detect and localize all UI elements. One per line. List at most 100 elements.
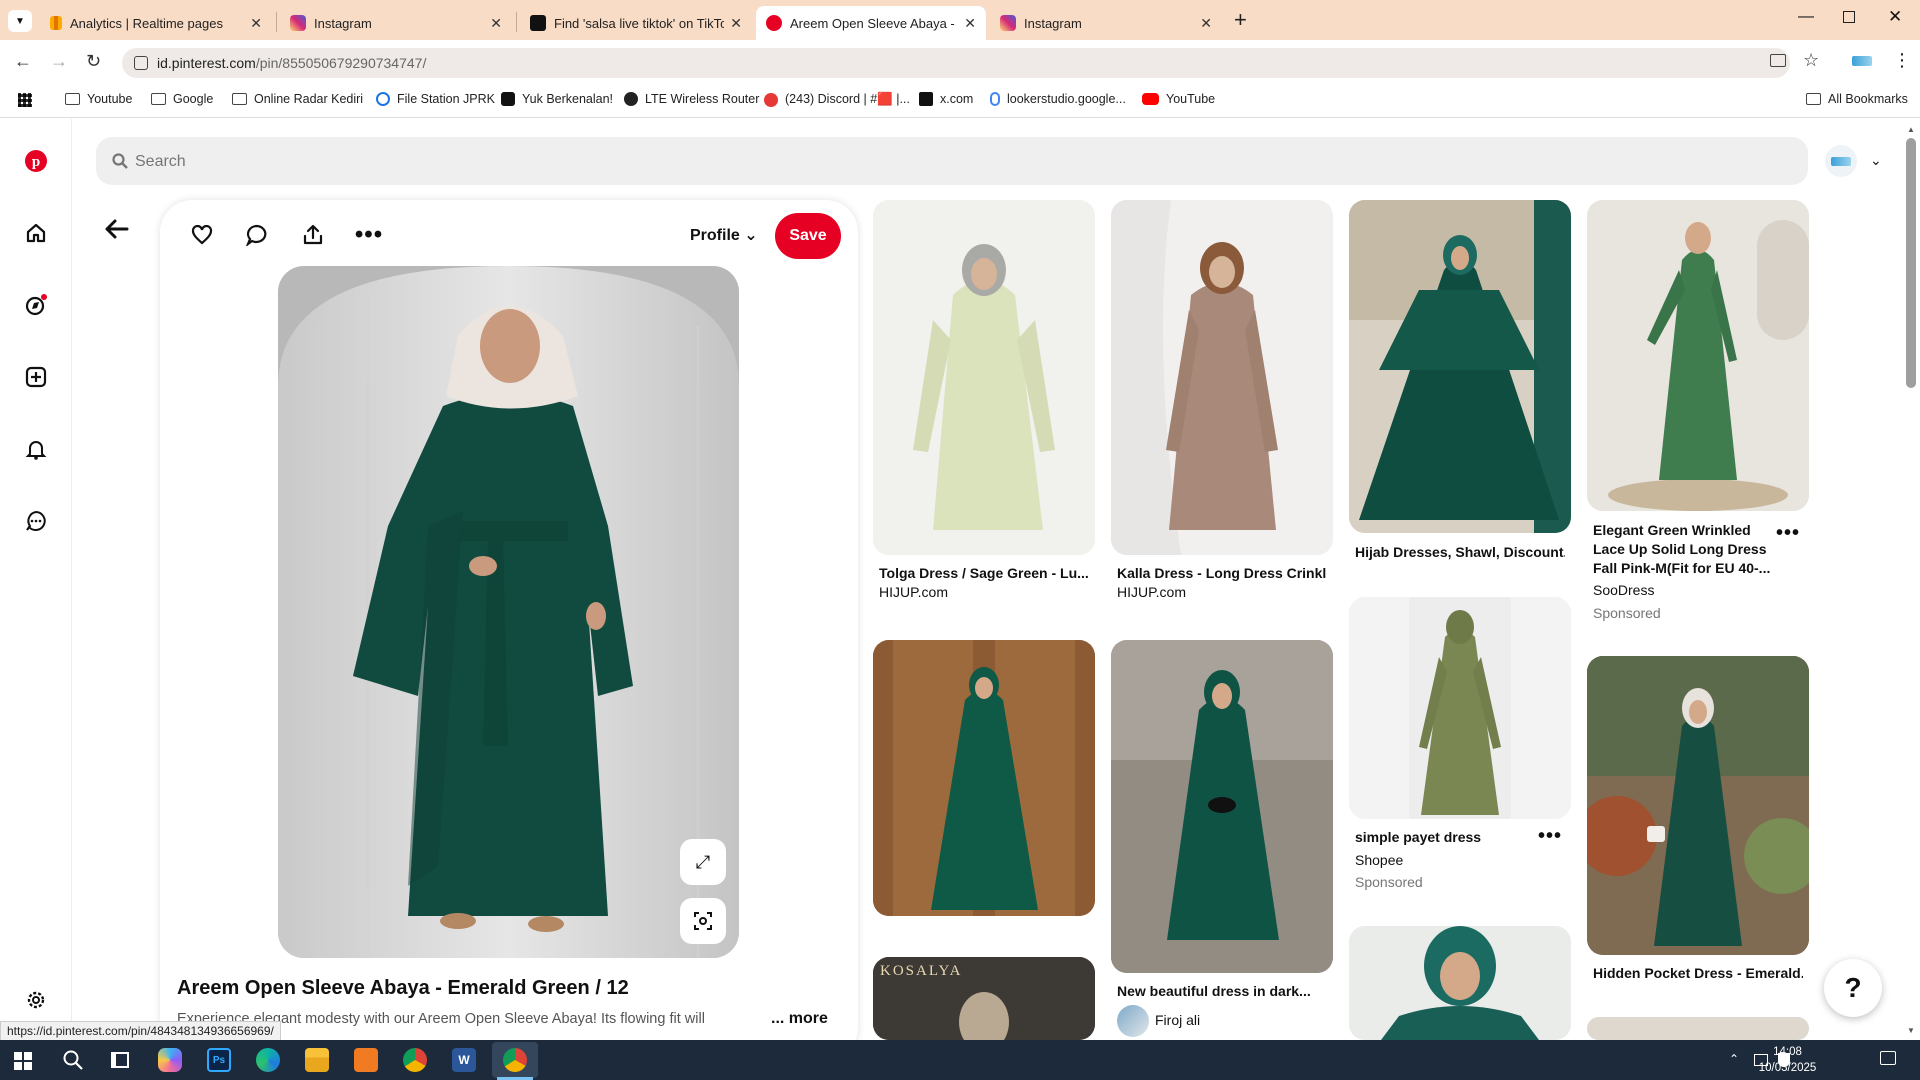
help-button[interactable]: ?: [1824, 959, 1882, 1017]
search-input[interactable]: Search: [135, 153, 186, 171]
tab-analytics[interactable]: Analytics | Realtime pages ✕: [40, 6, 272, 40]
task-view-icon[interactable]: [111, 1052, 129, 1068]
related-pin-image[interactable]: [873, 200, 1095, 555]
close-icon[interactable]: ✕: [490, 15, 502, 32]
new-tab-button[interactable]: +: [1234, 7, 1247, 33]
close-icon[interactable]: ✕: [730, 15, 742, 32]
more-link[interactable]: ... more: [771, 1010, 828, 1028]
related-pin-image[interactable]: [1587, 200, 1809, 511]
menu-icon[interactable]: ⋮: [1893, 50, 1911, 71]
messages-icon[interactable]: [24, 509, 48, 533]
related-pin-image[interactable]: [1111, 200, 1333, 555]
pinterest-logo-icon[interactable]: p: [24, 149, 48, 173]
tab-tiktok[interactable]: Find 'salsa live tiktok' on TikTok ✕: [520, 6, 752, 40]
scroll-up-arrow-icon[interactable]: ▲: [1907, 125, 1915, 134]
close-icon[interactable]: ✕: [1200, 15, 1212, 32]
taskbar-clock[interactable]: 14:08 10/03/2025: [1745, 1044, 1830, 1076]
related-pin-image[interactable]: [1349, 200, 1571, 533]
apps-grid-icon[interactable]: [18, 93, 32, 107]
close-icon[interactable]: ✕: [964, 15, 976, 32]
related-pin-image[interactable]: [873, 640, 1095, 916]
pin-source[interactable]: HIJUP.com: [1117, 584, 1186, 600]
bookmark-star-icon[interactable]: ☆: [1803, 50, 1819, 71]
more-options-icon[interactable]: •••: [354, 220, 384, 250]
reload-icon[interactable]: ↻: [86, 51, 101, 72]
save-button[interactable]: Save: [775, 213, 841, 259]
more-options-icon[interactable]: •••: [1776, 522, 1800, 545]
pin-source[interactable]: HIJUP.com: [879, 584, 948, 600]
bookmark-online-radar[interactable]: Online Radar Kediri: [232, 92, 363, 106]
copilot-icon[interactable]: [158, 1048, 182, 1072]
related-pin-image[interactable]: [1349, 597, 1571, 819]
tray-chevron-up-icon[interactable]: ⌃: [1729, 1052, 1739, 1066]
back-icon[interactable]: ←: [14, 51, 32, 72]
pin-main-image[interactable]: [278, 266, 739, 958]
edge-icon[interactable]: [256, 1048, 280, 1072]
pin-title[interactable]: Tolga Dress / Sage Green - Lu...: [879, 565, 1089, 581]
photoshop-icon[interactable]: Ps: [207, 1048, 231, 1072]
more-options-icon[interactable]: •••: [1538, 825, 1562, 848]
all-bookmarks[interactable]: All Bookmarks: [1806, 92, 1908, 106]
bookmark-yuk-berkenalan[interactable]: Yuk Berkenalan!: [501, 92, 613, 106]
bookmark-google-folder[interactable]: Google: [151, 92, 213, 106]
create-icon[interactable]: [24, 365, 48, 389]
word-icon[interactable]: W: [452, 1048, 476, 1072]
windows-start-icon[interactable]: [14, 1052, 32, 1070]
bookmark-youtube[interactable]: YouTube: [1142, 92, 1215, 106]
tab-instagram[interactable]: Instagram ✕: [280, 6, 512, 40]
related-pin-image[interactable]: [1349, 926, 1571, 1040]
pin-title[interactable]: New beautiful dress in dark...: [1117, 983, 1327, 999]
scroll-down-arrow-icon[interactable]: ▼: [1907, 1026, 1915, 1035]
install-app-icon[interactable]: [1770, 54, 1786, 67]
pin-title[interactable]: Hijab Dresses, Shawl, Discount...: [1355, 544, 1565, 560]
site-info-icon[interactable]: [134, 56, 148, 70]
tab-search-button[interactable]: ▼: [8, 10, 32, 32]
account-chevron-down-icon[interactable]: ⌄: [1870, 152, 1882, 169]
expand-icon[interactable]: ⤢: [680, 839, 726, 885]
heart-icon[interactable]: [187, 220, 217, 250]
related-pin-image[interactable]: [1587, 1017, 1809, 1040]
home-icon[interactable]: [24, 221, 48, 245]
pin-creator[interactable]: Firoj ali: [1155, 1012, 1200, 1028]
pin-title[interactable]: simple payet dress: [1355, 829, 1525, 845]
bookmark-lte-router[interactable]: LTE Wireless Router: [624, 92, 759, 106]
bookmark-lookerstudio[interactable]: lookerstudio.google...: [990, 92, 1126, 106]
creator-avatar[interactable]: [1117, 1005, 1149, 1037]
bookmark-x[interactable]: x.com: [919, 92, 973, 106]
pin-title[interactable]: Kalla Dress - Long Dress Crinkl...: [1117, 565, 1327, 581]
forward-icon[interactable]: →: [50, 51, 68, 72]
chrome-icon[interactable]: [403, 1048, 427, 1072]
bookmark-discord[interactable]: (243) Discord | #🟥 |...: [764, 92, 910, 107]
pin-source[interactable]: Shopee: [1355, 852, 1403, 868]
chrome-active-icon[interactable]: [503, 1048, 527, 1072]
minimize-button[interactable]: —: [1798, 8, 1814, 26]
tab-pinterest[interactable]: Areem Open Sleeve Abaya - Em ✕: [756, 6, 986, 40]
url-text[interactable]: id.pinterest.com/pin/855050679290734747/: [157, 55, 426, 71]
bookmark-youtube-folder[interactable]: Youtube: [65, 92, 132, 106]
search-bar[interactable]: [96, 137, 1808, 185]
notifications-icon[interactable]: [24, 437, 48, 461]
bookmark-file-station[interactable]: File Station JPRK: [376, 92, 495, 106]
tab-instagram-2[interactable]: Instagram ✕: [990, 6, 1222, 40]
pin-title[interactable]: Elegant Green Wrinkled Lace Up Solid Lon…: [1593, 521, 1773, 578]
profile-board-dropdown[interactable]: Profile ⌄: [690, 225, 758, 245]
taskbar-search-icon[interactable]: [62, 1049, 84, 1076]
page-scrollbar[interactable]: [1906, 138, 1916, 388]
share-icon[interactable]: [298, 220, 328, 250]
close-icon[interactable]: ✕: [250, 15, 262, 32]
visual-search-icon[interactable]: [680, 898, 726, 944]
notification-center-icon[interactable]: [1880, 1051, 1896, 1065]
close-window-button[interactable]: ✕: [1888, 7, 1902, 27]
extension-icon[interactable]: [1852, 56, 1872, 66]
comment-icon[interactable]: [242, 220, 272, 250]
pin-source[interactable]: SooDress: [1593, 582, 1654, 598]
related-pin-image[interactable]: [1587, 656, 1809, 955]
file-explorer-icon[interactable]: [305, 1048, 329, 1072]
restore-button[interactable]: [1843, 11, 1855, 23]
back-arrow-icon[interactable]: [103, 218, 129, 245]
app-orange-icon[interactable]: [354, 1048, 378, 1072]
settings-icon[interactable]: [24, 988, 48, 1012]
explore-icon[interactable]: [24, 293, 48, 317]
related-pin-image[interactable]: [1111, 640, 1333, 973]
avatar[interactable]: [1825, 145, 1857, 177]
